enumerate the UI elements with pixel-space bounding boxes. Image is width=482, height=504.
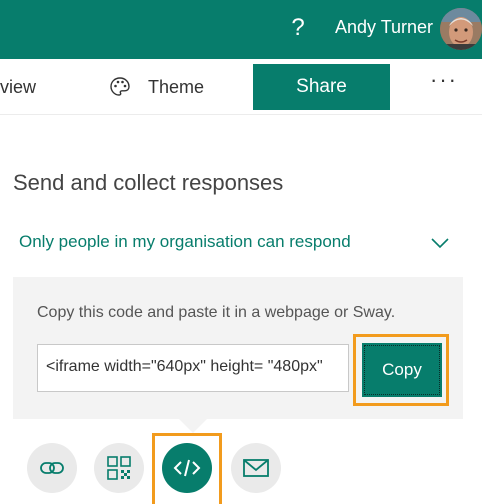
toolbar: view Theme Share ··· — [0, 59, 482, 115]
mail-icon — [243, 459, 269, 477]
top-bar: ? Andy Turner — [0, 0, 482, 59]
share-link-button[interactable] — [27, 443, 77, 493]
embed-instruction: Copy this code and paste it in a webpage… — [37, 304, 396, 321]
theme-label: Theme — [148, 76, 205, 97]
qr-code-icon — [107, 456, 131, 480]
avatar-photo-icon — [440, 8, 482, 50]
embed-code-text: <iframe width="640px" height= "480px" — [46, 358, 323, 375]
audience-selected-value: Only people in my organisation can respo… — [19, 232, 351, 251]
embed-button-highlight — [152, 433, 222, 504]
embed-code-field[interactable]: <iframe width="640px" height= "480px" — [37, 344, 349, 392]
more-options-button[interactable]: ··· — [428, 69, 460, 99]
audience-dropdown[interactable]: Only people in my organisation can respo… — [0, 224, 470, 262]
user-name[interactable]: Andy Turner — [335, 15, 433, 39]
help-button[interactable]: ? — [287, 13, 309, 43]
share-section-title: Send and collect responses — [13, 170, 284, 195]
share-button[interactable]: Share — [253, 64, 390, 110]
embed-panel: Copy this code and paste it in a webpage… — [13, 277, 463, 419]
theme-button[interactable]: Theme — [108, 71, 204, 103]
chevron-down-icon — [431, 238, 449, 249]
share-qr-button[interactable] — [94, 443, 144, 493]
panel-pointer — [179, 419, 207, 433]
link-icon — [40, 462, 64, 474]
preview-button[interactable]: view — [0, 75, 36, 99]
share-email-button[interactable] — [231, 443, 281, 493]
avatar[interactable] — [440, 8, 482, 50]
palette-icon — [110, 77, 130, 96]
copy-button[interactable]: Copy — [362, 343, 442, 397]
share-form-page: ? Andy Turner view Theme Share ··· Send … — [0, 0, 482, 504]
